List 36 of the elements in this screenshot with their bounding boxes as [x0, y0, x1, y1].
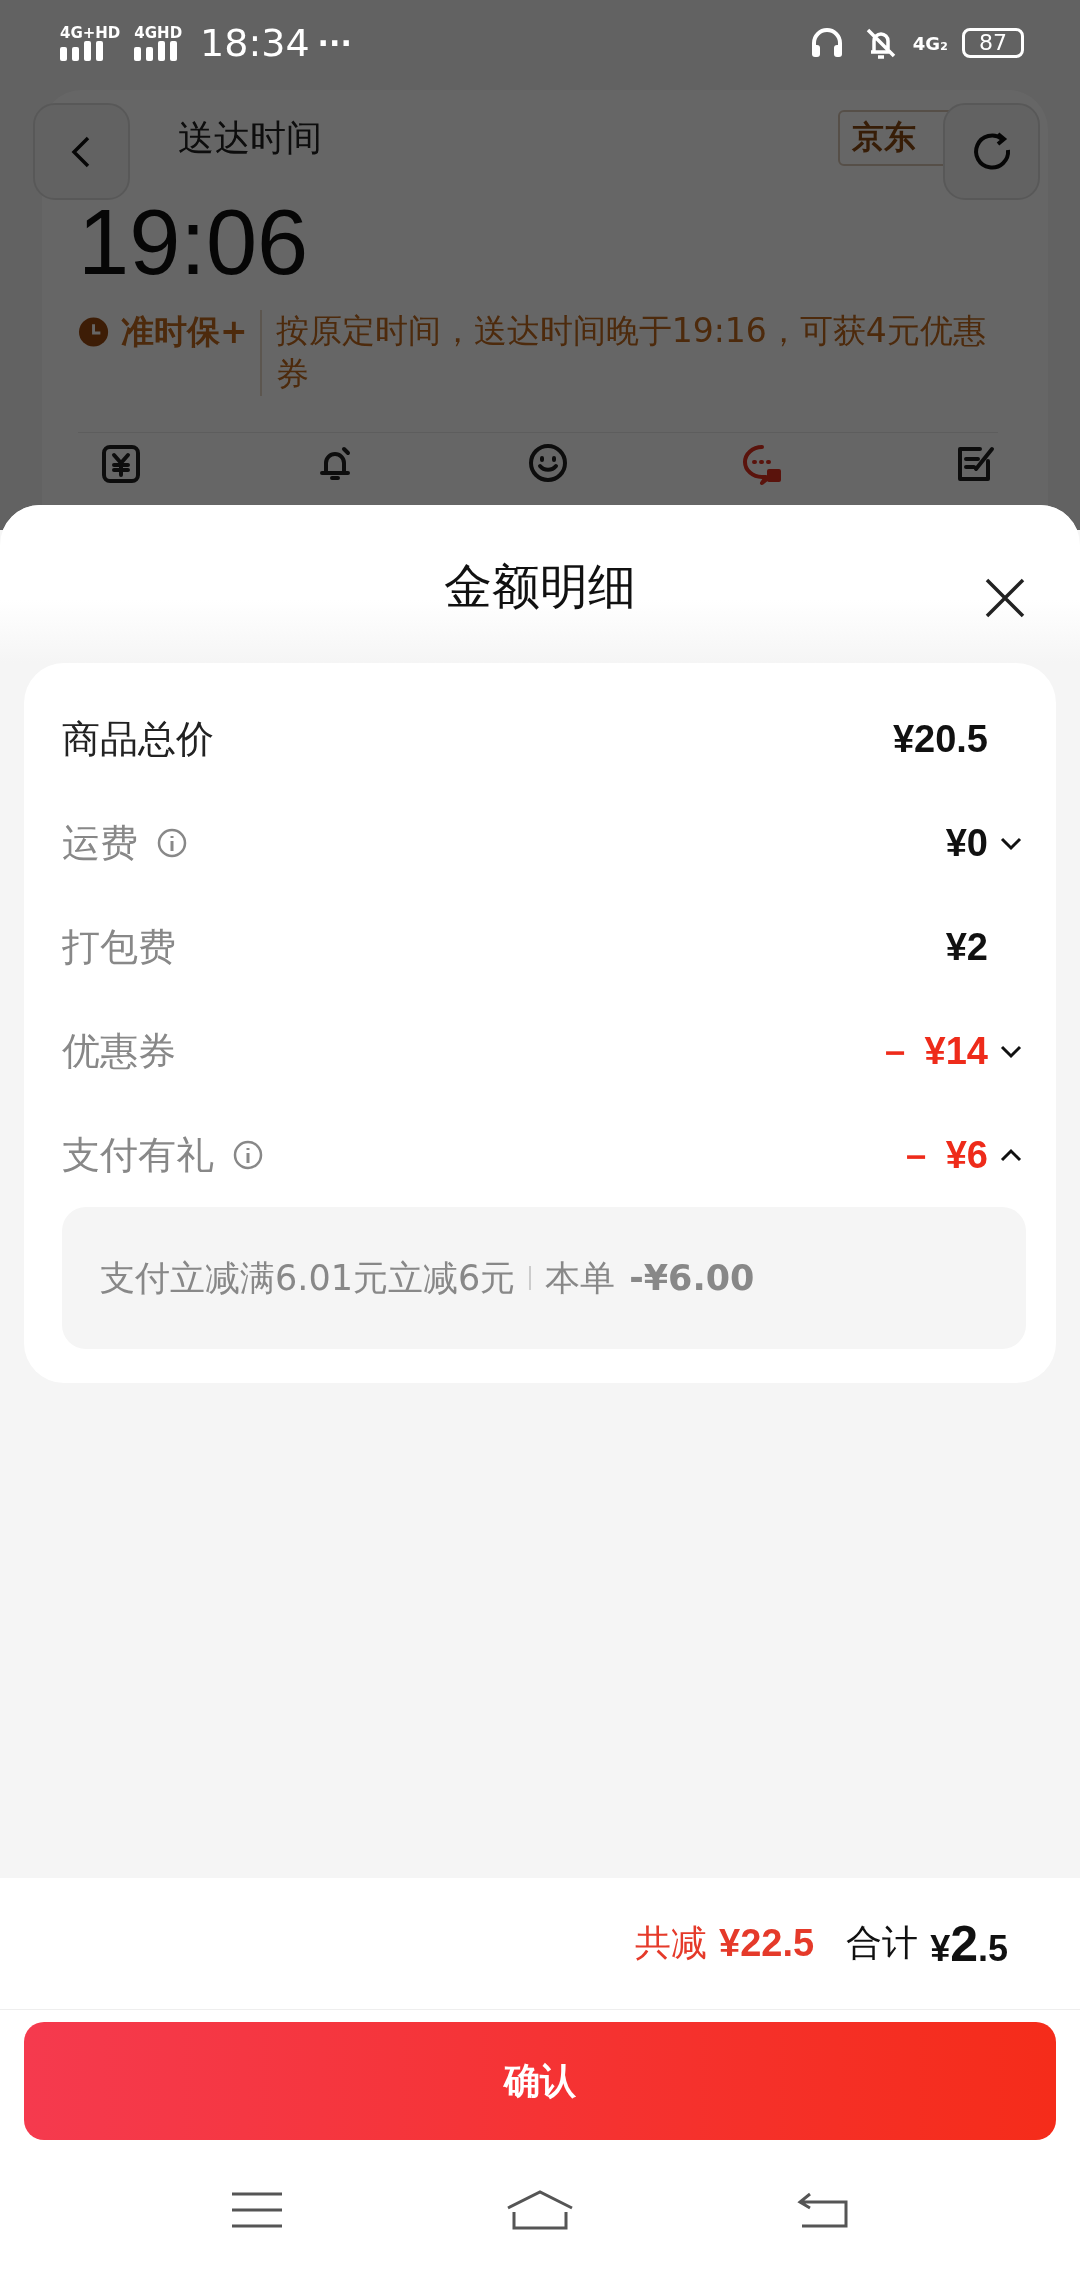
delivery-time: 19:06: [78, 196, 310, 288]
clock-time: 18:34: [200, 21, 310, 65]
confirm-button[interactable]: 确认: [24, 2022, 1056, 2140]
price-value: ¥0: [945, 821, 988, 865]
signal-icon: [60, 40, 106, 61]
guarantee-text: 按原定时间，送达时间晚于19:16，可获4元优惠券: [259, 310, 998, 396]
price-value: － ¥6: [897, 1132, 988, 1178]
discount-detail-text: 支付立减满6.01元立减6元: [100, 1256, 516, 1300]
network-label: 4G+HD: [60, 25, 121, 41]
order-label: 本单: [545, 1256, 616, 1300]
reduction-amount: ¥22.5: [719, 1922, 815, 1965]
refresh-button[interactable]: [943, 103, 1040, 200]
total-amount: ¥2.5: [930, 1914, 1008, 1973]
menu-icon[interactable]: [230, 2190, 284, 2230]
guarantee-label: 准时保+: [121, 311, 248, 353]
price-value: ¥2: [945, 925, 988, 969]
reduction-label: 共减: [635, 1921, 708, 1965]
info-icon[interactable]: [232, 1139, 264, 1171]
network-label: 4G₂: [912, 32, 948, 54]
price-value: ¥20.5: [892, 717, 988, 761]
price-value: － ¥14: [876, 1028, 988, 1074]
price-label: 商品总价: [62, 715, 214, 763]
discount-amount: -¥6.00: [629, 1258, 755, 1298]
info-icon[interactable]: [156, 827, 188, 859]
battery-level: 87: [962, 27, 1024, 59]
more-indicator: ···: [317, 25, 352, 61]
total-label: 合计: [846, 1921, 919, 1965]
price-label: 优惠券: [62, 1027, 176, 1075]
sheet-title: 金额明细: [444, 557, 636, 616]
price-label: 打包费: [62, 923, 176, 971]
network-label: 4GHD: [134, 25, 183, 41]
price-label: 运费: [62, 819, 138, 867]
delivery-time-label: 送达时间: [178, 115, 322, 160]
back-icon[interactable]: [796, 2190, 850, 2230]
price-label: 支付有礼: [62, 1131, 214, 1179]
clock-icon: [78, 316, 110, 348]
